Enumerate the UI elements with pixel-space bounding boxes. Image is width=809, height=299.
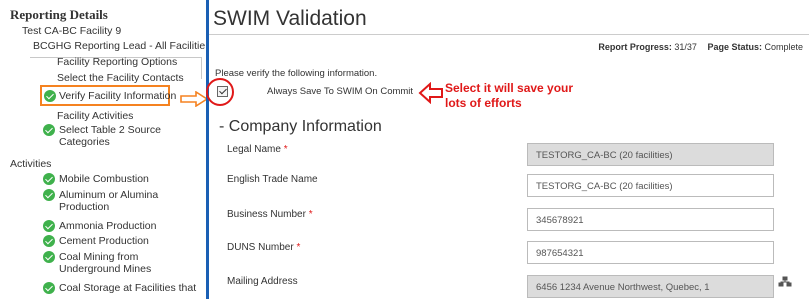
main-panel: SWIM Validation Report Progress: 31/37 P…	[206, 0, 809, 299]
arrow-right-icon	[180, 91, 209, 107]
activity-item[interactable]: Cement Production	[59, 235, 149, 247]
legal-name-field[interactable]: TESTORG_CA-BC (20 facilities)	[527, 143, 774, 166]
sidebar-title: Reporting Details	[10, 7, 108, 22]
check-circle-icon	[43, 173, 55, 185]
field-label-duns-number: DUNS Number *	[227, 242, 301, 253]
title-divider	[209, 34, 809, 35]
sidebar-item-facility-activities[interactable]: Facility Activities	[57, 110, 133, 122]
activity-item[interactable]: Ammonia Production	[59, 220, 156, 232]
activity-item[interactable]: Coal Storage at Facilities that	[59, 282, 196, 294]
field-label-business-number: Business Number *	[227, 209, 313, 220]
sidebar-item-reporting-options[interactable]: Facility Reporting Options	[57, 56, 177, 68]
english-trade-name-field[interactable]: TESTORG_CA-BC (20 facilities)	[527, 174, 774, 197]
check-circle-icon	[43, 251, 55, 263]
sidebar-nav: Reporting Details Test CA-BC Facility 9 …	[0, 0, 205, 299]
activity-item[interactable]: Mobile Combustion	[59, 173, 149, 185]
check-circle-icon	[43, 220, 55, 232]
sidebar-activities-heading: Activities	[10, 158, 52, 170]
verify-instructions: Please verify the following information.	[215, 68, 378, 79]
field-label-legal-name: Legal Name *	[227, 144, 288, 155]
business-number-field[interactable]: 345678921	[527, 208, 774, 231]
save-to-swim-checkbox[interactable]	[217, 86, 228, 97]
section-title[interactable]: - Company Information	[219, 118, 382, 136]
field-label-mailing-address: Mailing Address	[227, 276, 298, 287]
check-circle-icon	[44, 90, 56, 102]
save-to-swim-label[interactable]: Always Save To SWIM On Commit	[267, 86, 413, 97]
annotation-line-2: lots of efforts	[445, 96, 522, 110]
sidebar-item-facility-contacts[interactable]: Select the Facility Contacts	[57, 72, 184, 84]
progress-status: Report Progress: 31/37 Page Status: Comp…	[598, 42, 803, 52]
check-circle-icon	[43, 124, 55, 136]
check-circle-icon	[43, 189, 55, 201]
annotation-line-1: Select it will save your	[445, 81, 574, 95]
duns-number-field[interactable]: 987654321	[527, 241, 774, 264]
progress-value: 31/37	[674, 42, 697, 52]
field-label-english-trade-name: English Trade Name	[227, 174, 318, 185]
mailing-address-field[interactable]: 6456 1234 Avenue Northwest, Quebec, 1	[527, 275, 774, 298]
check-circle-icon	[43, 235, 55, 247]
sidebar-item-table2[interactable]: Select Table 2 Source Categories	[59, 124, 179, 148]
page-title: SWIM Validation	[213, 7, 367, 30]
status-label: Page Status:	[707, 42, 762, 52]
activity-item[interactable]: Coal Mining from Underground Mines	[59, 251, 199, 275]
sidebar-lead[interactable]: BCGHG Reporting Lead - All Facilities	[33, 40, 205, 52]
progress-label: Report Progress:	[598, 42, 672, 52]
sidebar-facility[interactable]: Test CA-BC Facility 9	[22, 25, 121, 37]
status-value: Complete	[764, 42, 803, 52]
annotation-note: Select it will save your lots of efforts	[445, 81, 573, 111]
check-circle-icon	[43, 282, 55, 294]
lookup-icon[interactable]	[778, 276, 792, 288]
sidebar-item-label: Verify Facility Information	[59, 90, 177, 102]
activity-item[interactable]: Aluminum or Alumina Production	[59, 189, 199, 213]
arrow-left-icon	[418, 82, 443, 104]
